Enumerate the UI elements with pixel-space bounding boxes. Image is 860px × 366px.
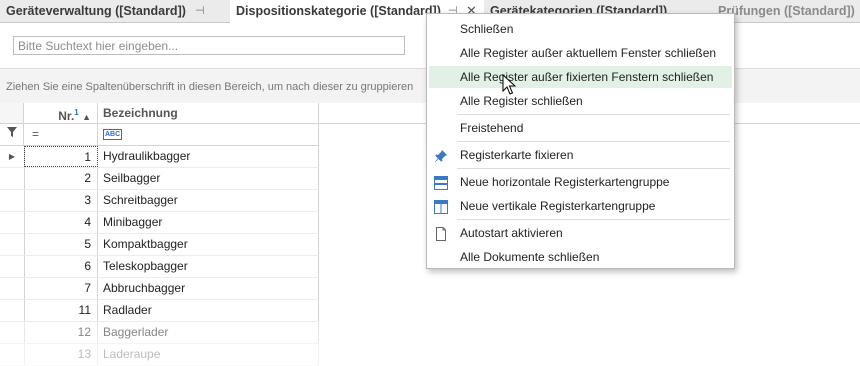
cell-nr[interactable]: 6 [24,256,98,277]
menu-item-label: Neue vertikale Registerkartengruppe [460,199,656,213]
row-indicator[interactable] [0,190,25,211]
table-row[interactable]: 12 Baggerlader [0,322,319,344]
table-row[interactable]: ▶ 1 Hydraulikbagger [0,146,319,168]
cell-bezeichnung[interactable]: Radlader [98,300,319,321]
horizontal-group-icon [434,175,448,190]
cell-bezeichnung[interactable]: Kompaktbagger [98,234,319,255]
grid-rows: ▶ 1 Hydraulikbagger 2 Seilbagger 3 Schreitbagg… [0,146,319,366]
table-row[interactable]: 11 Radlader [0,300,319,322]
row-indicator[interactable] [0,344,25,365]
row-indicator[interactable] [0,234,25,255]
row-indicator[interactable] [0,168,25,189]
menu-item-pin-tab[interactable]: Registerkarte fixieren [429,144,732,166]
menu-item-label: Alle Register außer fixierten Fenstern s… [460,70,714,84]
cell-nr[interactable]: 11 [24,300,98,321]
table-row[interactable]: 5 Kompaktbagger [0,234,319,256]
column-header-nr[interactable]: Nr.1 ▲ [24,103,98,123]
pin-icon[interactable]: ⊣ [195,0,205,22]
row-indicator[interactable] [0,256,25,277]
row-indicator-arrow-icon[interactable]: ▶ [0,146,25,167]
cell-nr[interactable]: 1 [24,146,98,167]
menu-item-schliessen[interactable]: Schließen [429,18,732,40]
menu-item-label: Alle Dokumente schließen [460,250,600,264]
sort-ascending-icon: ▲ [82,112,91,122]
cell-nr[interactable]: 12 [24,322,98,343]
menu-item-label: Neue horizontale Registerkartengruppe [460,175,670,189]
menu-item-new-horizontal-group[interactable]: Neue horizontale Registerkartengruppe [429,171,732,193]
menu-item-label: Autostart aktivieren [460,226,563,240]
mouse-cursor-icon [502,74,516,95]
menu-item-close-all-tabs[interactable]: Alle Register schließen [429,90,732,112]
menu-separator [457,114,730,115]
menu-separator [457,219,730,220]
cell-bezeichnung[interactable]: Minibagger [98,212,319,233]
column-header-label: Bezeichnung [103,106,178,120]
menu-item-close-all-but-current[interactable]: Alle Register außer aktuellem Fenster sc… [429,42,732,64]
menu-item-label: Freistehend [460,121,524,135]
table-row[interactable]: 4 Minibagger [0,212,319,234]
menu-separator [457,168,730,169]
cell-bezeichnung[interactable]: Teleskopbagger [98,256,319,277]
search-input[interactable] [13,36,405,55]
group-by-hint: Ziehen Sie eine Spaltenüberschrift in di… [6,81,414,93]
filter-operator: = [32,127,40,141]
cell-bezeichnung[interactable]: Laderaupe [98,344,319,365]
row-indicator[interactable] [0,300,25,321]
cell-nr[interactable]: 13 [24,344,98,365]
menu-item-freistehend[interactable]: Freistehend [429,117,732,139]
cell-nr[interactable]: 5 [24,234,98,255]
menu-item-label: Registerkarte fixieren [460,148,574,162]
document-icon [434,226,448,241]
filter-cell-nr[interactable]: = [24,124,98,145]
header-indicator-cell [0,103,24,123]
tab-label: Geräteverwaltung ([Standard]) [6,4,186,18]
cell-nr[interactable]: 4 [24,212,98,233]
menu-item-label: Alle Register außer aktuellem Fenster sc… [460,46,717,60]
vertical-group-icon [434,199,448,214]
menu-item-label: Alle Register schließen [460,94,583,108]
cell-bezeichnung[interactable]: Abbruchbagger [98,278,319,299]
row-indicator[interactable] [0,212,25,233]
table-row[interactable]: 7 Abbruchbagger [0,278,319,300]
menu-item-close-all-but-pinned[interactable]: Alle Register außer fixierten Fenstern s… [429,66,732,88]
cell-nr[interactable]: 7 [24,278,98,299]
tab-label: Dispositionskategorie ([Standard]) [236,4,441,18]
sort-index: 1 [74,108,79,117]
menu-item-label: Schließen [460,22,514,36]
column-header-label: Nr. [58,109,75,123]
tab-label: Prüfungen ([Standard]) [718,4,855,18]
cell-bezeichnung[interactable]: Schreitbagger [98,190,319,211]
cell-nr[interactable]: 3 [24,190,98,211]
row-indicator[interactable] [0,322,25,343]
cell-nr[interactable]: 2 [24,168,98,189]
cell-bezeichnung[interactable]: Hydraulikbagger [98,146,319,167]
tab-geraeteverwaltung[interactable]: Geräteverwaltung ([Standard]) ⊣ [0,0,230,22]
row-indicator[interactable] [0,278,25,299]
table-row[interactable]: 3 Schreitbagger [0,190,319,212]
text-filter-icon: ABC [103,129,123,141]
filter-icon [0,124,24,145]
tab-context-menu: Schließen Alle Register außer aktuellem … [426,13,735,269]
column-header-bezeichnung[interactable]: Bezeichnung [98,103,319,123]
auto-filter-row: = ABC [0,124,319,146]
table-row[interactable]: 6 Teleskopbagger [0,256,319,278]
menu-separator [457,141,730,142]
cell-bezeichnung[interactable]: Baggerlader [98,322,319,343]
menu-item-close-all-documents[interactable]: Alle Dokumente schließen [429,246,732,268]
table-row[interactable]: 13 Laderaupe [0,344,319,366]
menu-item-autostart[interactable]: Autostart aktivieren [429,222,732,244]
menu-item-new-vertical-group[interactable]: Neue vertikale Registerkartengruppe [429,195,732,217]
filter-cell-bezeichnung[interactable]: ABC [98,124,319,145]
pin-icon [434,148,448,162]
cell-bezeichnung[interactable]: Seilbagger [98,168,319,189]
table-row[interactable]: 2 Seilbagger [0,168,319,190]
